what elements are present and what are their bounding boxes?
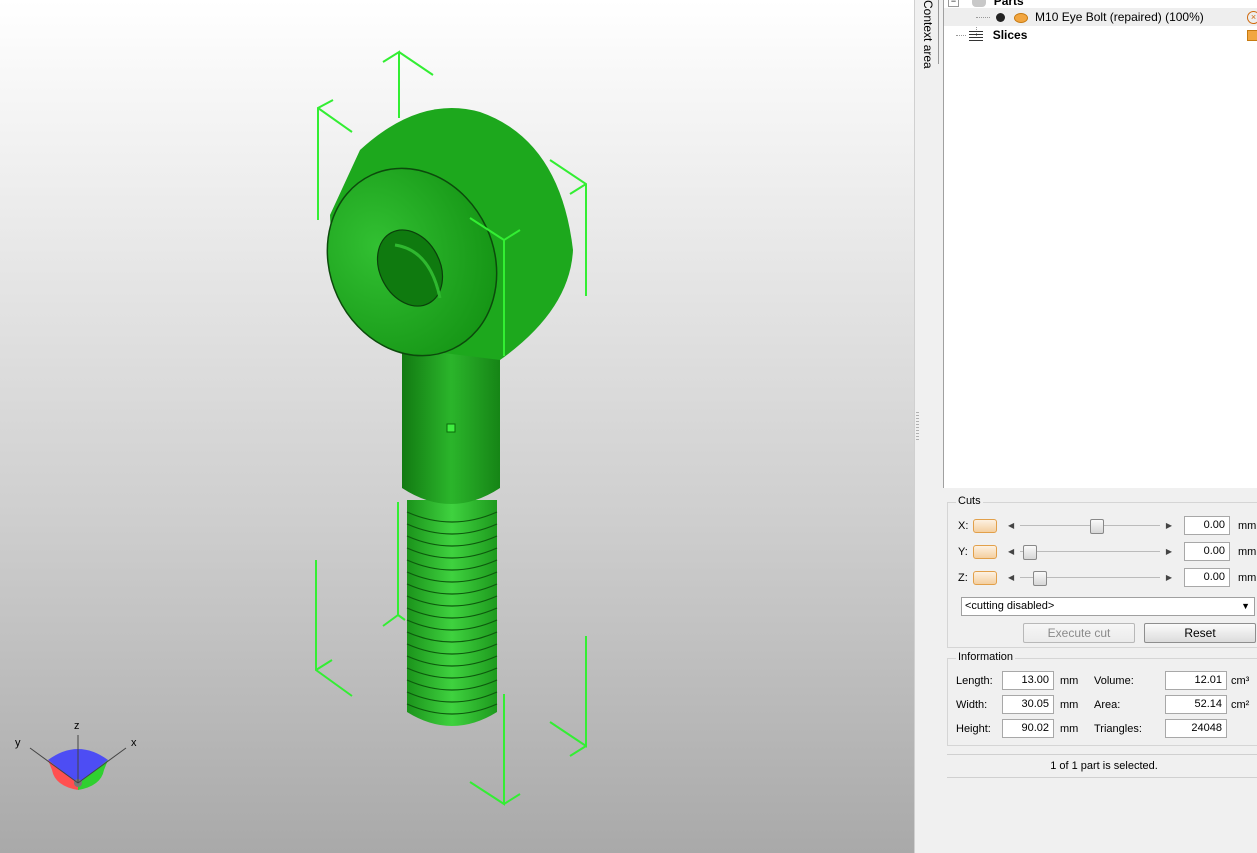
panel-splitter[interactable] — [914, 0, 945, 853]
part-tree[interactable]: − Parts M10 Eye Bolt (repaired) (100%) ×… — [943, 0, 1257, 489]
eye-icon[interactable] — [1013, 12, 1028, 23]
cut-x-unit: mm — [1238, 520, 1257, 532]
tree-branch — [956, 35, 966, 37]
scene-svg — [29, 50, 587, 806]
right-arrow-icon[interactable]: ▶ — [1166, 519, 1172, 533]
slices-icon — [969, 30, 984, 41]
area-label: Area: — [1094, 699, 1121, 711]
slices-folder-icon[interactable] — [1247, 30, 1257, 41]
chevron-down-icon: ▼ — [1241, 601, 1250, 611]
area-unit: cm² — [1231, 699, 1250, 711]
tree-branch — [976, 17, 990, 19]
cut-x-label: X: — [958, 520, 969, 532]
cut-z-toggle[interactable] — [973, 571, 997, 585]
cut-z-unit: mm — [1238, 572, 1257, 584]
volume-value: 12.01 — [1165, 671, 1227, 690]
tab-divider — [938, 0, 939, 64]
properties-panel: Cuts X: ◀ ▶ 0.00 mm Y: ◀ ▶ 0.00 mm Z: ◀ … — [943, 488, 1257, 853]
3d-viewport[interactable]: z y x — [0, 0, 914, 853]
parts-folder-icon — [972, 0, 987, 7]
tree-collapse-icon[interactable]: − — [948, 0, 959, 8]
height-label: Height: — [956, 723, 991, 735]
cut-z-slider[interactable]: ◀ ▶ — [1006, 571, 1174, 586]
splitter-grip[interactable] — [916, 412, 919, 442]
left-arrow-icon[interactable]: ◀ — [1008, 519, 1014, 533]
cut-y-input[interactable]: 0.00 — [1184, 542, 1230, 561]
cut-y-slider[interactable]: ◀ ▶ — [1006, 545, 1174, 560]
length-label: Length: — [956, 675, 993, 687]
selection-status: 1 of 1 part is selected. — [947, 754, 1257, 778]
visibility-dot-icon[interactable] — [996, 13, 1006, 23]
information-title: Information — [956, 651, 1016, 663]
tree-part-row[interactable]: M10 Eye Bolt (repaired) (100%) × — [944, 8, 1257, 26]
reset-button[interactable]: Reset — [1144, 623, 1256, 643]
gizmo-x-label: x — [131, 737, 137, 749]
context-area-label: Context area — [921, 0, 935, 69]
gizmo-y-label: y — [15, 737, 21, 749]
height-value: 90.02 — [1002, 719, 1054, 738]
cut-mode-select[interactable]: <cutting disabled> ▼ — [961, 597, 1255, 616]
part-name: M10 Eye Bolt (repaired) (100%) — [1035, 10, 1204, 24]
cut-y-unit: mm — [1238, 546, 1257, 558]
eye-ring — [326, 107, 573, 360]
height-unit: mm — [1060, 723, 1079, 735]
area-value: 52.14 — [1165, 695, 1227, 714]
triangles-value: 24048 — [1165, 719, 1227, 738]
execute-cut-button[interactable]: Execute cut — [1023, 623, 1135, 643]
left-arrow-icon[interactable]: ◀ — [1008, 571, 1014, 585]
axis-gizmo — [29, 735, 127, 790]
cuts-group: Cuts X: ◀ ▶ 0.00 mm Y: ◀ ▶ 0.00 mm Z: ◀ … — [947, 495, 1257, 648]
triangles-label: Triangles: — [1094, 723, 1142, 735]
right-arrow-icon[interactable]: ▶ — [1166, 545, 1172, 559]
gizmo-z-label: z — [74, 720, 80, 732]
tree-slices-row[interactable]: Slices — [944, 26, 1257, 44]
volume-unit: cm³ — [1231, 675, 1250, 687]
right-arrow-icon[interactable]: ▶ — [1166, 571, 1172, 585]
tree-parts-label: Parts — [993, 0, 1024, 8]
width-value: 30.05 — [1002, 695, 1054, 714]
slider-thumb[interactable] — [1022, 545, 1037, 560]
thread-section — [406, 500, 498, 726]
volume-label: Volume: — [1094, 675, 1134, 687]
slider-track — [1020, 551, 1160, 552]
length-unit: mm — [1060, 675, 1079, 687]
slider-thumb[interactable] — [1090, 519, 1105, 534]
slices-label: Slices — [992, 28, 1028, 42]
cut-y-label: Y: — [958, 546, 968, 558]
cut-z-label: Z: — [958, 572, 968, 584]
cut-x-input[interactable]: 0.00 — [1184, 516, 1230, 535]
information-group: Information Length: 13.00 mm Width: 30.0… — [947, 651, 1257, 746]
cut-x-slider[interactable]: ◀ ▶ — [1006, 519, 1174, 534]
cut-z-input[interactable]: 0.00 — [1184, 568, 1230, 587]
length-value: 13.00 — [1002, 671, 1054, 690]
slider-thumb[interactable] — [1032, 571, 1047, 586]
width-unit: mm — [1060, 699, 1079, 711]
cut-y-toggle[interactable] — [973, 545, 997, 559]
left-arrow-icon[interactable]: ◀ — [1008, 545, 1014, 559]
cut-mode-value: <cutting disabled> — [965, 600, 1055, 612]
cuts-title: Cuts — [956, 495, 983, 507]
cut-x-toggle[interactable] — [973, 519, 997, 533]
remove-part-icon[interactable]: × — [1247, 11, 1257, 24]
width-label: Width: — [956, 699, 988, 711]
center-marker — [446, 423, 456, 433]
context-area-tab[interactable]: Context area — [920, 0, 939, 69]
